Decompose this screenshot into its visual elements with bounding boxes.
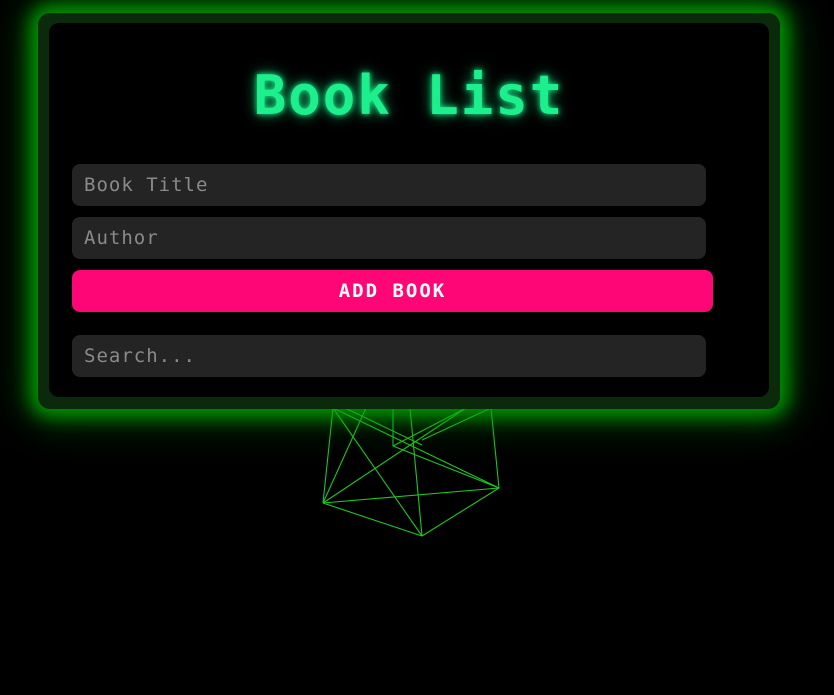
add-book-button[interactable]: ADD BOOK [72,270,713,312]
author-input[interactable] [72,217,706,259]
app-stage: Book List ADD BOOK [0,0,834,695]
book-list-panel: Book List ADD BOOK [49,23,769,397]
book-title-input[interactable] [72,164,706,206]
search-input[interactable] [72,335,706,377]
page-title: Book List [253,64,565,127]
app-frame: Book List ADD BOOK [38,13,780,409]
